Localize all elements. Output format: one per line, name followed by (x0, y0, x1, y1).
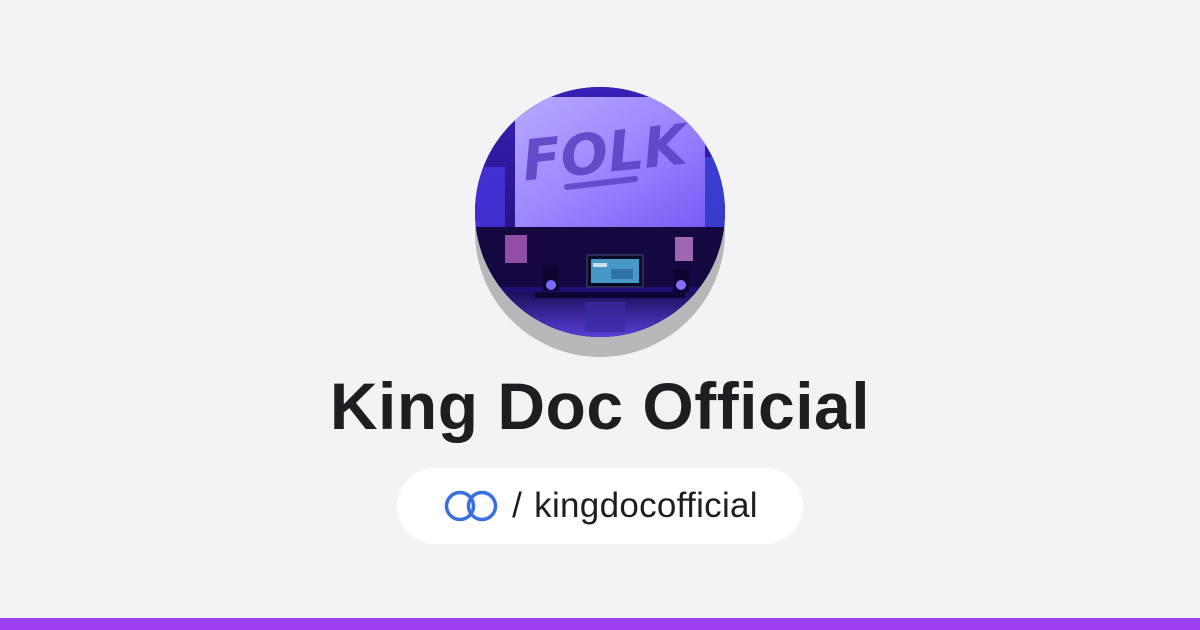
profile-handle-link[interactable]: / kingdocofficial (397, 468, 803, 544)
profile-name: King Doc Official (329, 369, 871, 443)
linked-rings-icon (442, 489, 500, 523)
accent-bar (0, 618, 1200, 630)
handle-prefix: / (512, 486, 523, 525)
avatar-container: FOLK (475, 87, 725, 357)
handle-text: kingdocofficial (534, 486, 758, 525)
avatar-image: FOLK (475, 87, 725, 337)
avatar[interactable]: FOLK (475, 87, 725, 337)
